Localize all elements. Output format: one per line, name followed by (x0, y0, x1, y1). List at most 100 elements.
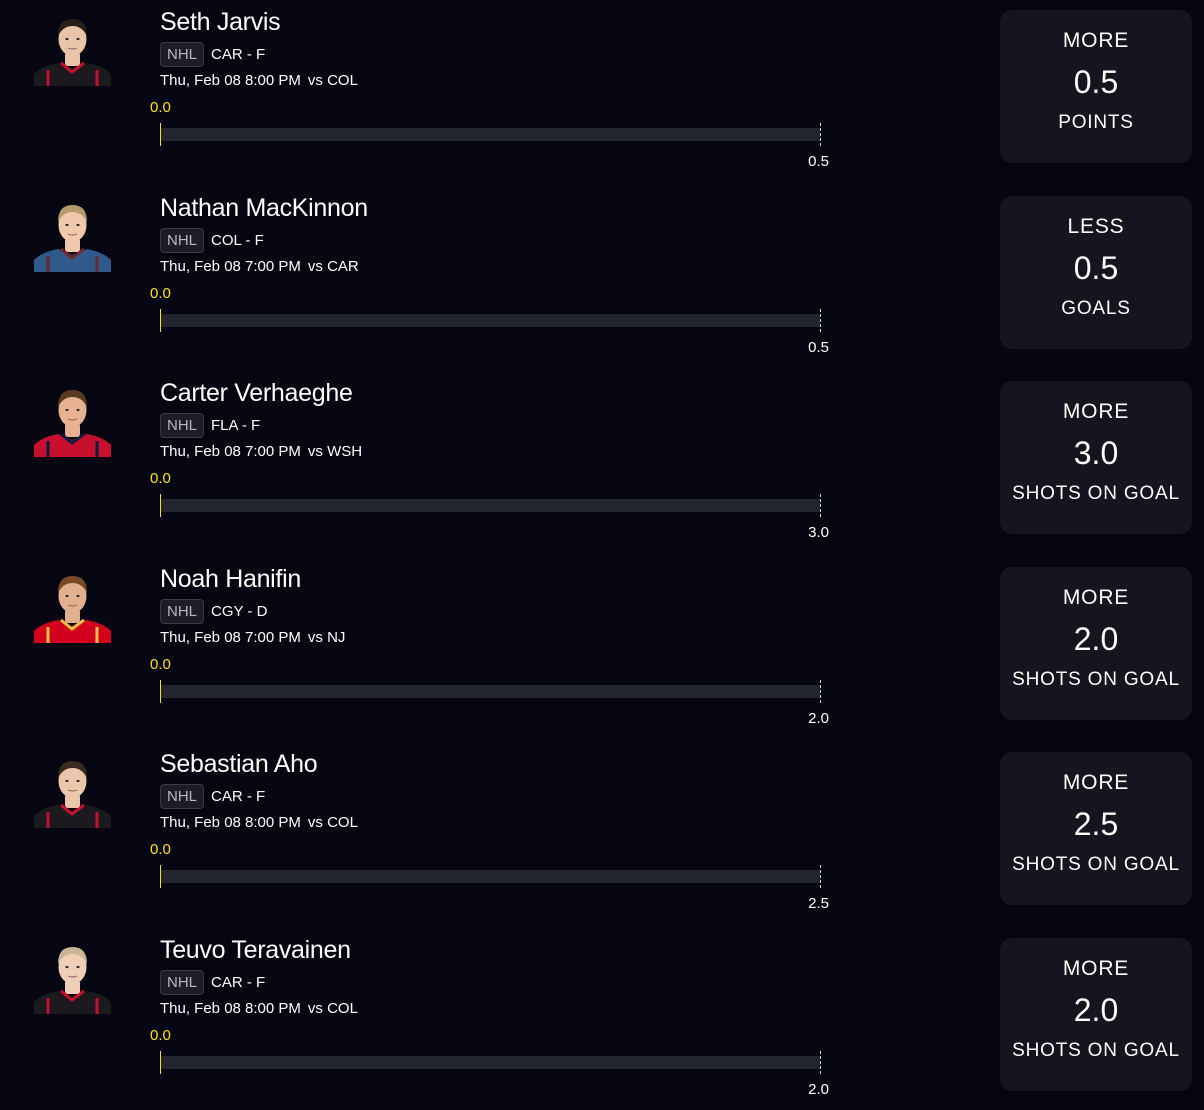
player-row: Carter Verhaeghe NHL FLA - F Thu, Feb 08… (0, 371, 1204, 557)
opponent: vs COL (307, 999, 358, 1017)
game-time: Thu, Feb 08 7:00 PM (160, 257, 301, 275)
game-info: Thu, Feb 08 7:00 PM vs WSH (160, 443, 362, 460)
game-info: Thu, Feb 08 7:00 PM vs CAR (160, 258, 359, 275)
pick-card[interactable]: MORE 2.5 SHOTS ON GOAL (1000, 752, 1192, 905)
player-meta: NHL CAR - F (160, 784, 265, 809)
pick-stat: SHOTS ON GOAL (1012, 483, 1180, 504)
line-marker (819, 679, 821, 703)
player-row: Nathan MacKinnon NHL COL - F Thu, Feb 08… (0, 186, 1204, 372)
line-marker (819, 1050, 821, 1074)
player-props-list: Seth Jarvis NHL CAR - F Thu, Feb 08 8:00… (0, 0, 1204, 1110)
pick-line: 2.0 (1073, 620, 1119, 657)
player-headshot (34, 754, 111, 828)
opponent: vs WSH (307, 443, 363, 460)
line-value: 2.5 (808, 895, 829, 912)
current-value: 0.0 (150, 99, 171, 116)
opponent: vs COL (307, 72, 358, 89)
opponent: vs CAR (307, 257, 359, 275)
line-value: 2.0 (808, 709, 829, 727)
player-row: Sebastian Aho NHL CAR - F Thu, Feb 08 8:… (0, 742, 1204, 928)
league-badge: NHL (160, 227, 205, 253)
team-position: CGY - D (211, 602, 268, 620)
progress-track (160, 499, 820, 512)
progress-track (160, 128, 820, 141)
game-time: Thu, Feb 08 7:00 PM (160, 628, 301, 646)
progress-marker (159, 679, 161, 703)
player-row: Noah Hanifin NHL CGY - D Thu, Feb 08 7:0… (0, 557, 1204, 743)
player-name: Noah Hanifin (160, 564, 301, 593)
pick-stat: SHOTS ON GOAL (1012, 854, 1180, 875)
player-meta: NHL COL - F (160, 227, 264, 253)
game-time: Thu, Feb 08 8:00 PM (160, 999, 301, 1017)
pick-direction: MORE (1062, 771, 1130, 794)
progress-track (160, 313, 820, 327)
pick-line: 3.0 (1073, 435, 1119, 471)
pick-card[interactable]: MORE 3.0 SHOTS ON GOAL (1000, 381, 1192, 534)
line-value: 3.0 (808, 524, 829, 541)
pick-direction: MORE (1062, 956, 1130, 980)
game-time: Thu, Feb 08 8:00 PM (160, 72, 301, 89)
pick-line: 0.5 (1073, 249, 1119, 286)
player-name: Sebastian Aho (160, 750, 318, 778)
current-value: 0.0 (150, 470, 171, 487)
current-value: 0.0 (150, 841, 171, 858)
pick-line: 2.0 (1073, 991, 1119, 1028)
team-position: FLA - F (211, 417, 261, 434)
game-info: Thu, Feb 08 7:00 PM vs NJ (160, 629, 345, 646)
player-meta: NHL CAR - F (160, 969, 266, 995)
pick-direction: LESS (1067, 214, 1125, 238)
team-position: CAR - F (211, 973, 266, 991)
league-badge: NHL (160, 42, 205, 67)
progress-marker (159, 865, 161, 888)
pick-stat: SHOTS ON GOAL (1012, 668, 1180, 690)
line-marker (819, 123, 821, 146)
game-info: Thu, Feb 08 8:00 PM vs COL (160, 72, 358, 89)
game-time: Thu, Feb 08 8:00 PM (160, 814, 301, 831)
player-meta: NHL CAR - F (160, 42, 265, 67)
line-value: 0.5 (808, 153, 829, 170)
league-badge: NHL (160, 969, 205, 995)
current-value: 0.0 (150, 1026, 171, 1044)
player-headshot (34, 940, 111, 1014)
line-marker (819, 865, 821, 888)
current-value: 0.0 (150, 284, 171, 302)
line-value: 0.5 (808, 338, 829, 356)
game-info: Thu, Feb 08 8:00 PM vs COL (160, 814, 358, 831)
game-time: Thu, Feb 08 7:00 PM (160, 443, 301, 460)
player-headshot (34, 198, 111, 272)
team-position: CAR - F (211, 788, 266, 805)
team-position: COL - F (211, 231, 264, 249)
player-headshot (34, 383, 111, 457)
pick-card[interactable]: LESS 0.5 GOALS (1000, 195, 1192, 349)
player-name: Carter Verhaeghe (160, 379, 353, 407)
progress-marker (159, 123, 161, 146)
pick-card[interactable]: MORE 0.5 POINTS (1000, 10, 1192, 163)
player-row: Seth Jarvis NHL CAR - F Thu, Feb 08 8:00… (0, 0, 1204, 186)
opponent: vs COL (307, 814, 358, 831)
progress-marker (159, 1050, 161, 1074)
line-marker (819, 494, 821, 517)
pick-stat: SHOTS ON GOAL (1012, 1039, 1180, 1061)
progress-track (160, 870, 820, 883)
player-name: Seth Jarvis (160, 8, 281, 36)
pick-line: 0.5 (1073, 64, 1119, 100)
player-headshot (34, 12, 111, 86)
player-name: Teuvo Teravainen (160, 935, 351, 964)
player-name: Nathan MacKinnon (160, 193, 368, 222)
league-badge: NHL (160, 413, 205, 438)
line-value: 2.0 (808, 1080, 829, 1098)
game-info: Thu, Feb 08 8:00 PM vs COL (160, 1000, 358, 1017)
pick-stat: GOALS (1061, 297, 1131, 319)
team-position: CAR - F (211, 46, 266, 63)
line-marker (819, 308, 821, 332)
player-meta: NHL CGY - D (160, 598, 268, 624)
pick-stat: POINTS (1058, 112, 1134, 133)
pick-direction: MORE (1062, 29, 1130, 52)
pick-card[interactable]: MORE 2.0 SHOTS ON GOAL (1000, 937, 1192, 1091)
progress-track (160, 684, 820, 698)
pick-line: 2.5 (1073, 806, 1119, 842)
pick-direction: MORE (1062, 585, 1130, 609)
progress-track (160, 1055, 820, 1069)
league-badge: NHL (160, 784, 205, 809)
pick-card[interactable]: MORE 2.0 SHOTS ON GOAL (1000, 566, 1192, 720)
